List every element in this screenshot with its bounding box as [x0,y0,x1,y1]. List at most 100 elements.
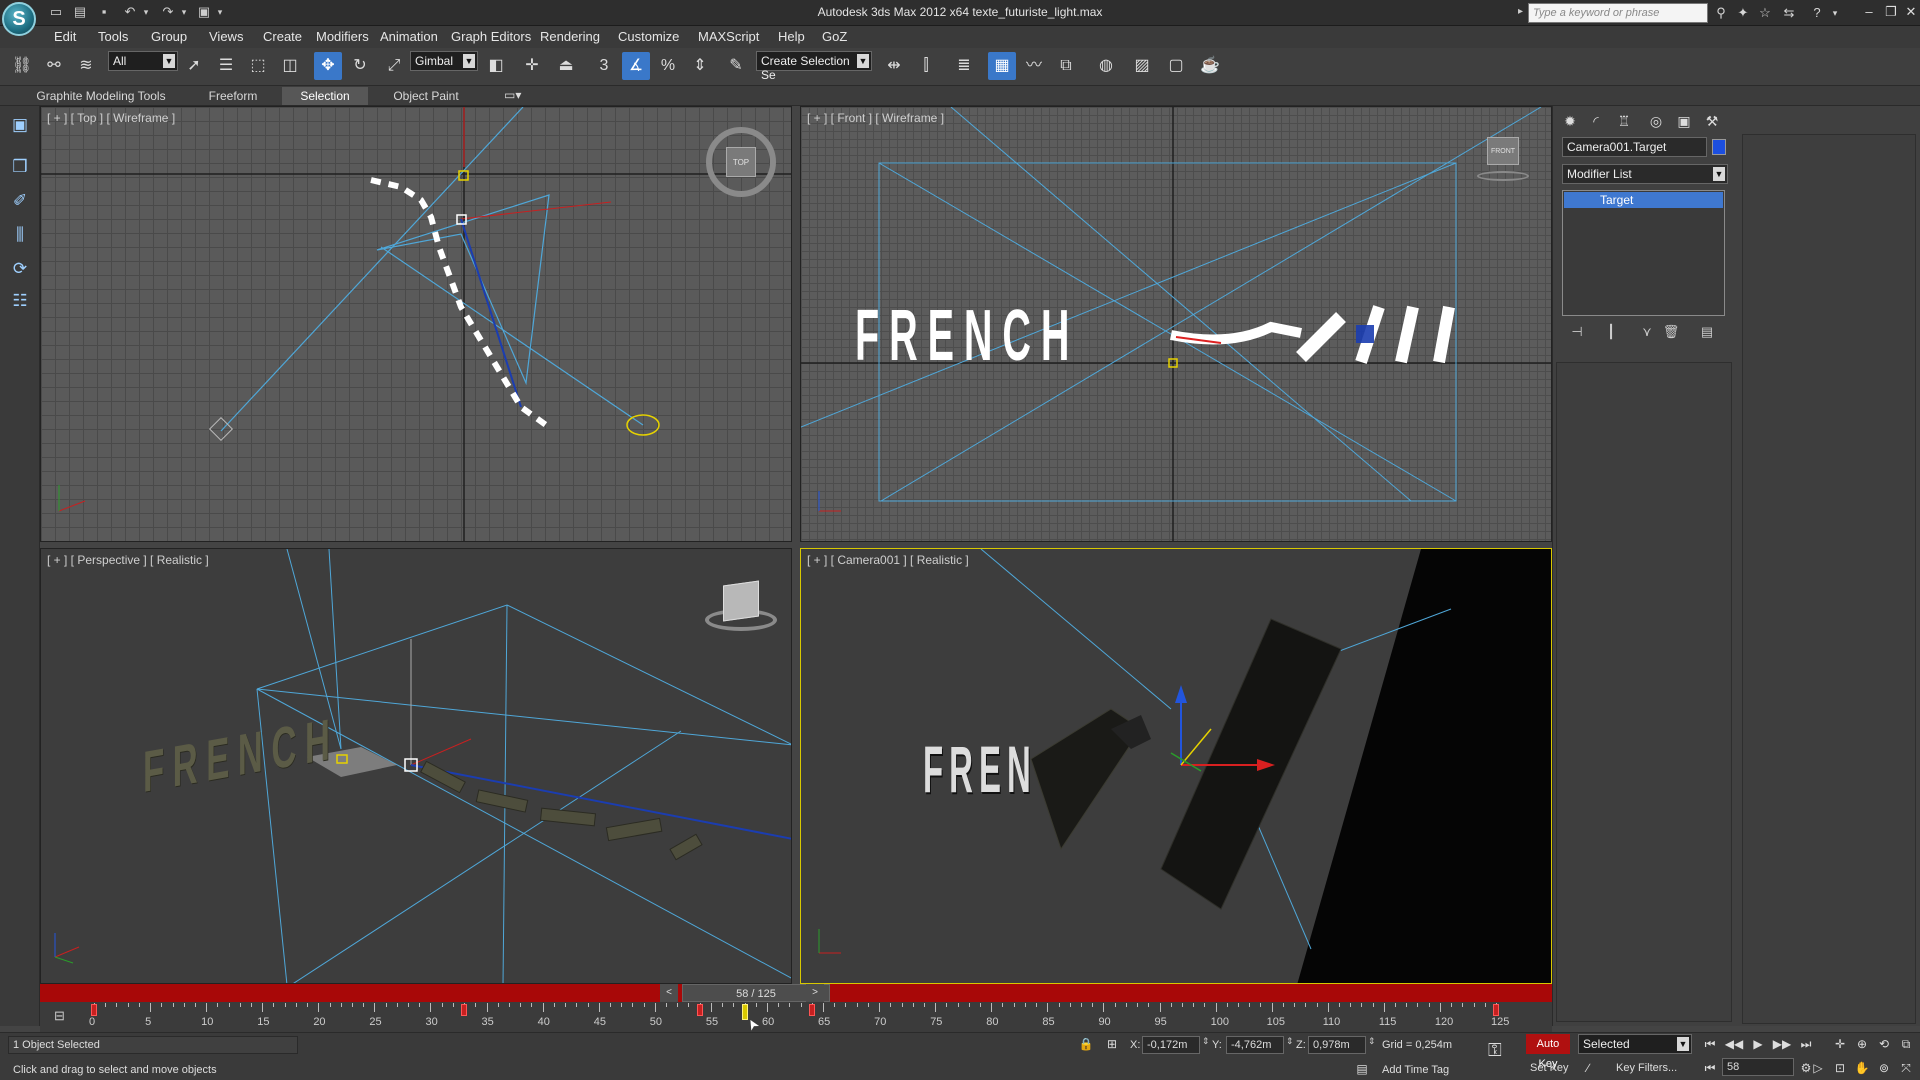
strip-rotate-icon[interactable]: ⟳ [6,256,34,282]
snaps-toggle-icon[interactable]: 3 [590,52,618,80]
viewport-front[interactable]: [ + ] [ Front ] [ Wireframe ] FRENCH FRO… [800,106,1552,542]
z-coordinate-field[interactable]: 0,978m [1308,1036,1366,1054]
render-setup-icon[interactable]: ▨ [1128,52,1156,80]
current-frame-field[interactable]: 58 [1722,1058,1794,1076]
x-coordinate-field[interactable]: -0,172m [1142,1036,1200,1054]
keyboard-shortcut-override-icon[interactable]: ⏏ [552,52,580,80]
curve-editor-icon[interactable]: 〰 [1020,52,1048,80]
help-dropdown-icon[interactable]: ▾ [1826,4,1844,22]
viewport-camera[interactable]: [ + ] [ Camera001 ] [ Realistic ] FREN [800,548,1552,984]
menu-views[interactable]: Views [209,29,243,44]
x-spinner-icon[interactable]: ⇕ [1202,1036,1210,1047]
mirror-icon[interactable]: ⇹ [880,52,908,80]
menu-goz[interactable]: GoZ [822,29,847,44]
display-tab-icon[interactable]: ▣ [1672,110,1696,132]
remove-modifier-icon[interactable]: 🗑 [1660,324,1682,342]
menu-maxscript[interactable]: MAXScript [698,29,759,44]
select-object-icon[interactable]: ➚ [180,52,208,80]
key-icon[interactable]: ⚿ [1488,1040,1502,1061]
selection-lock-icon[interactable]: 🔒 [1076,1034,1096,1054]
set-key-button[interactable]: Set Key [1530,1062,1569,1074]
pin-stack-icon[interactable]: ⊣ [1566,324,1588,342]
time-tag-icon[interactable]: ▤ [1352,1059,1372,1079]
viewport-perspective[interactable]: [ + ] [ Perspective ] [ Realistic ] FREN… [40,548,792,984]
y-coordinate-field[interactable]: -4,762m [1226,1036,1284,1054]
utilities-tab-icon[interactable]: ⚒ [1700,110,1724,132]
auto-key-button[interactable]: Auto Key [1526,1034,1570,1070]
select-and-move-icon[interactable]: ✥ [314,52,342,80]
render-production-icon[interactable]: ☕ [1196,52,1224,80]
help-icon[interactable]: ? [1808,4,1826,22]
favorites-icon[interactable]: ⇆ [1780,4,1798,22]
menu-edit[interactable]: Edit [54,29,76,44]
select-by-name-icon[interactable]: ☰ [212,52,240,80]
go-to-start-icon[interactable]: ⏮ [1700,1034,1720,1054]
modify-tab-icon[interactable]: ◜ [1584,110,1608,132]
zoom-extents-icon[interactable]: ⊡ [1830,1058,1850,1078]
time-slider-next-icon[interactable]: > [806,984,824,1002]
track-bar-menu-icon[interactable]: ⊟ [54,1008,65,1024]
viewport-top[interactable]: [ + ] [ Top ] [ Wireframe ] TOP [40,106,792,542]
reference-coordinate-dropdown[interactable]: Gimbal ▼ [410,51,478,71]
strip-mirror-icon[interactable]: ⫼ [6,222,34,248]
bind-space-warp-icon[interactable]: ≋ [72,52,100,80]
angle-snap-icon[interactable]: ∡ [622,52,650,80]
ribbon-options-icon[interactable]: ▭▾ [504,88,521,102]
menu-graph-editors[interactable]: Graph Editors [451,29,531,44]
ribbon-tab-graphite-modeling-tools[interactable]: Graphite Modeling Tools [26,87,176,105]
window-crossing-icon[interactable]: ◫ [276,52,304,80]
minimize-icon[interactable]: – [1860,3,1878,21]
menu-group[interactable]: Group [151,29,187,44]
ribbon-tab-object-paint[interactable]: Object Paint [378,87,474,105]
subscription-icon[interactable]: ✦ [1734,4,1752,22]
select-and-scale-icon[interactable]: ⤢ [380,52,408,80]
menu-tools[interactable]: Tools [98,29,128,44]
add-time-tag[interactable]: Add Time Tag [1382,1064,1449,1076]
unlink-icon[interactable]: ⚯ [40,52,68,80]
rectangular-selection-icon[interactable]: ⬚ [244,52,272,80]
select-and-rotate-icon[interactable]: ↻ [346,52,374,80]
create-tab-icon[interactable]: ✹ [1558,110,1582,132]
zoom-all-icon[interactable]: ⊕ [1852,1034,1872,1054]
object-color-swatch[interactable] [1712,139,1726,155]
make-unique-icon[interactable]: ⋎ [1636,324,1658,342]
strip-paint-icon[interactable]: ✐ [6,188,34,214]
schematic-view-icon[interactable]: ⧉ [1052,52,1080,80]
animation-key[interactable] [808,1004,815,1016]
close-icon[interactable]: ✕ [1902,3,1920,21]
previous-frame-icon[interactable]: ◀◀ [1724,1034,1744,1054]
absolute-transform-icon[interactable]: ⊞ [1102,1034,1122,1054]
maximize-toggle-icon[interactable]: ⤧ [1896,1058,1916,1078]
menu-help[interactable]: Help [778,29,805,44]
pivot-center-icon[interactable]: ◧ [482,52,510,80]
selection-filter-dropdown[interactable]: All ▼ [108,51,178,71]
strip-select-icon[interactable]: ▣ [6,112,34,138]
strip-layer-icon[interactable]: ☷ [6,288,34,314]
go-to-end-icon[interactable]: ⏭ [1796,1034,1816,1054]
viewcube-front[interactable]: FRONT [1473,127,1533,187]
app-logo-icon[interactable]: S [2,2,36,36]
object-name-field[interactable]: Camera001.Target [1562,137,1707,157]
ribbon-tab-freeform[interactable]: Freeform [196,87,270,105]
align-icon[interactable]: ⫿ [912,52,940,80]
animation-key[interactable] [696,1004,703,1016]
menu-rendering[interactable]: Rendering [540,29,600,44]
default-tangent-icon[interactable]: ∕ [1578,1058,1598,1078]
hierarchy-tab-icon[interactable]: ♖ [1612,110,1636,132]
key-mode-toggle-icon[interactable]: ⏮ [1700,1058,1720,1078]
y-spinner-icon[interactable]: ⇕ [1286,1036,1294,1047]
menu-create[interactable]: Create [263,29,302,44]
binoculars-icon[interactable]: ⚲ [1712,4,1730,22]
search-expand-icon[interactable]: ▸ [1518,6,1523,17]
maximize-viewport-icon[interactable]: ⧉ [1896,1034,1916,1054]
menu-modifiers[interactable]: Modifiers [316,29,369,44]
percent-snap-icon[interactable]: % [654,52,682,80]
communication-icon[interactable]: ☆ [1756,4,1774,22]
edit-named-selection-icon[interactable]: ✎ [722,52,750,80]
menu-customize[interactable]: Customize [618,29,679,44]
modifier-stack-item-target[interactable]: Target [1564,192,1723,208]
walkthrough-icon[interactable]: ⊚ [1874,1058,1894,1078]
spinner-snap-icon[interactable]: ⇕ [686,52,714,80]
select-and-link-icon[interactable]: ⛓ [8,52,36,80]
maximize-icon[interactable]: ❐ [1882,3,1900,21]
